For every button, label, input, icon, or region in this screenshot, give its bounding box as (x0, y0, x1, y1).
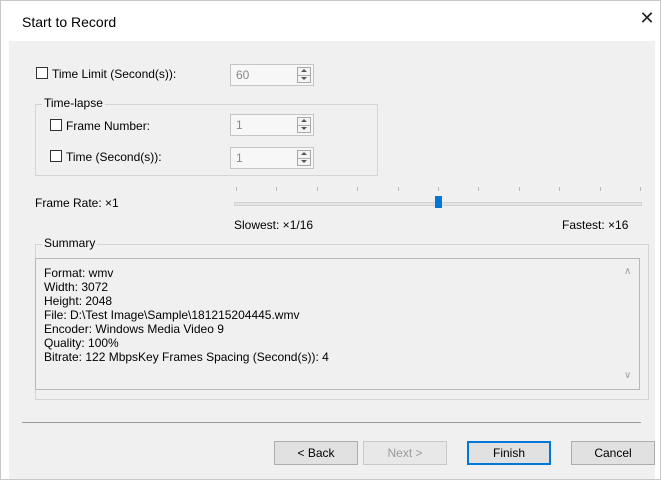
slider-tick (236, 187, 237, 191)
summary-text: Format: wmv Width: 3072 Height: 2048 Fil… (44, 266, 329, 364)
time-seconds-value: 1 (236, 151, 243, 165)
finish-button[interactable]: Finish (467, 441, 551, 465)
time-lapse-group (35, 104, 378, 176)
time-limit-spinbox[interactable]: 60 (230, 64, 314, 86)
summary-line-width: Width: 3072 (44, 280, 109, 294)
time-seconds-spin-buttons[interactable] (297, 150, 311, 166)
slider-tick (640, 187, 641, 191)
summary-line-encoder: Encoder: Windows Media Video 9 (44, 322, 224, 336)
spin-down-button[interactable] (298, 75, 310, 82)
slider-tick (559, 187, 560, 191)
slider-tick (317, 187, 318, 191)
frame-number-checkbox[interactable] (50, 119, 62, 131)
close-icon[interactable]: ✕ (637, 8, 657, 28)
summary-line-quality: Quality: 100% (44, 336, 119, 350)
frame-number-value: 1 (236, 118, 243, 132)
time-seconds-spinbox[interactable]: 1 (230, 147, 314, 169)
slider-tick (398, 187, 399, 191)
arrow-up-icon (301, 69, 307, 72)
dialog-title: Start to Record (22, 14, 117, 30)
time-seconds-checkbox[interactable] (50, 150, 62, 162)
summary-group-label: Summary (42, 236, 98, 250)
slider-tick (478, 187, 479, 191)
spin-down-button[interactable] (298, 125, 310, 132)
time-limit-value: 60 (236, 68, 250, 82)
cancel-button[interactable]: Cancel (571, 441, 655, 465)
frame-number-spinbox[interactable]: 1 (230, 114, 314, 136)
summary-line-height: Height: 2048 (44, 294, 113, 308)
summary-line-file: File: D:\Test Image\Sample\181215204445.… (44, 308, 300, 322)
frame-rate-label: Frame Rate: ×1 (35, 196, 119, 210)
summary-line-bitrate: Bitrate: 122 MbpsKey Frames Spacing (Sec… (44, 350, 329, 364)
summary-textbox[interactable]: Format: wmv Width: 3072 Height: 2048 Fil… (35, 258, 640, 390)
time-seconds-label: Time (Second(s)): (66, 150, 162, 164)
slider-tick (276, 187, 277, 191)
arrow-up-icon (301, 119, 307, 122)
time-limit-label: Time Limit (Second(s)): (52, 67, 177, 81)
slowest-label: Slowest: ×1/16 (234, 218, 314, 232)
scroll-up-icon[interactable]: ∧ (624, 267, 631, 277)
next-button[interactable]: Next > (363, 441, 447, 465)
arrow-down-icon (301, 77, 307, 80)
slider-tick (438, 187, 439, 191)
slider-tick (357, 187, 358, 191)
frame-number-label: Frame Number: (66, 119, 151, 133)
fastest-label: Fastest: ×16 (562, 218, 629, 232)
scroll-down-icon[interactable]: ∨ (624, 371, 631, 381)
frame-rate-slider-thumb[interactable] (435, 196, 442, 208)
arrow-up-icon (301, 152, 307, 155)
button-separator (22, 422, 641, 423)
arrow-down-icon (301, 127, 307, 130)
slider-tick (600, 187, 601, 191)
back-button[interactable]: < Back (274, 441, 358, 465)
time-limit-spin-buttons[interactable] (297, 67, 311, 83)
time-limit-checkbox[interactable] (36, 67, 48, 79)
time-lapse-group-label: Time-lapse (42, 96, 105, 110)
frame-number-spin-buttons[interactable] (297, 117, 311, 133)
summary-line-format: Format: wmv (44, 266, 114, 280)
summary-scrollbar[interactable]: ∧ ∨ (620, 261, 637, 387)
slider-tick (519, 187, 520, 191)
arrow-down-icon (301, 160, 307, 163)
spin-down-button[interactable] (298, 158, 310, 165)
